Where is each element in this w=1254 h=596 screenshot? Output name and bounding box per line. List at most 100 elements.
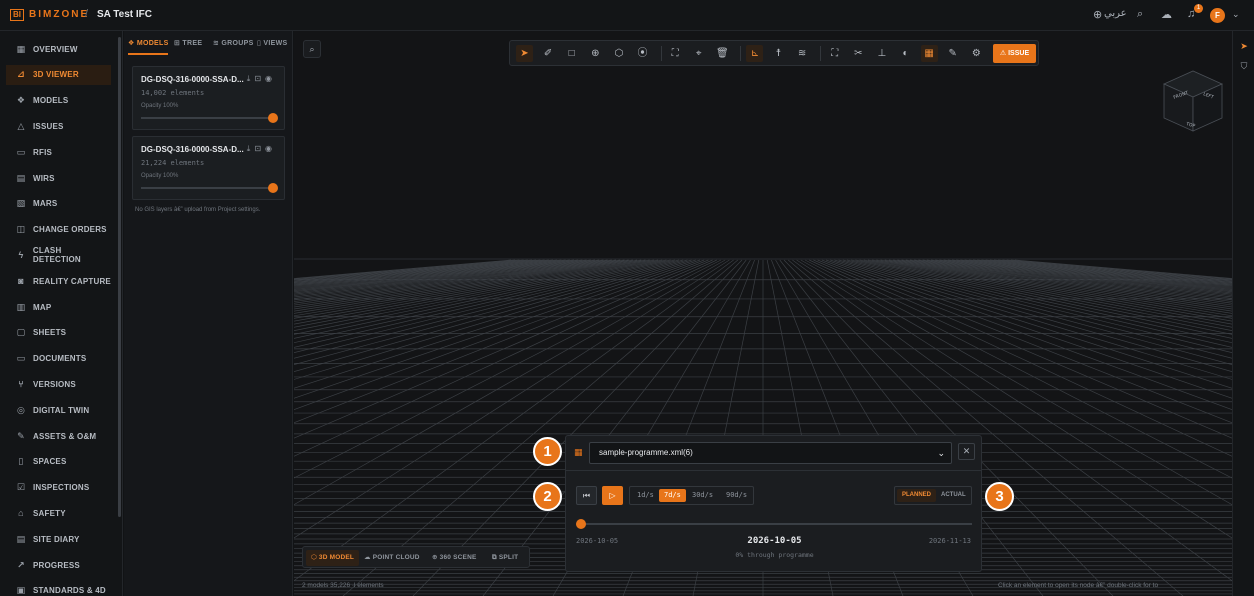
tab-models[interactable]: ❖ MODELS [128,39,169,47]
mars-icon: ▧ [16,198,26,209]
wirs-icon: ▤ [16,172,26,183]
settings-icon[interactable]: ⚙ [968,45,985,62]
dimension-icon[interactable]: ⊥ [873,45,890,62]
logo-text[interactable]: BIMZONE [29,9,89,20]
speed-option[interactable]: 30d/s [687,489,718,502]
eye-icon[interactable]: ◉ [265,74,276,83]
mode-point-cloud[interactable]: ☁ POINT CLOUD [359,550,425,566]
timeline-track[interactable] [576,523,972,525]
sidebar-item-versions[interactable]: ⑂ VERSIONS [6,374,111,394]
rewind-icon: ⏮ [582,491,591,500]
sidebar-item-models[interactable]: ❖ MODELS [6,91,111,111]
tab-views[interactable]: ▯ VIEWS [257,39,287,47]
3d-viewport[interactable]: ⌕ ⚠ ISSUE ➤ ✐ □ ⊕ ⬡ ⦿ ⛶ ⌖ 🗑 ⊾ ☨ ≋ ⛶ ✂ ⊥ ◐ ▦ ✎ ⚙ FRONT LEFT… [294,31,1232,596]
sidebar-item-sheets[interactable]: ▢ SHEETS [6,323,111,343]
overview-icon: ▦ [16,43,26,54]
sidebar-item-wirs[interactable]: ▤ WIRS [6,168,111,188]
fit-icon[interactable]: ⛶ [667,45,684,62]
sidebar-item-overview[interactable]: ▦ OVERVIEW [6,39,111,59]
play-button[interactable]: ▷ [602,486,623,505]
area-icon[interactable]: □ [563,45,580,62]
mode-3d-model[interactable]: ⬡ 3D MODEL [306,550,360,566]
sidebar-item-progress[interactable]: ↗ PROGRESS [6,555,111,575]
model-card[interactable]: DG-DSQ-316-0000-SSA-D... ⤓⊡◉ 21,224 elemen… [132,136,285,200]
rewind-button[interactable]: ⏮ [576,486,597,505]
assets-icon: ✎ [17,430,25,441]
eye-icon[interactable]: ◉ [265,144,276,153]
sidebar-item-issues[interactable]: △ ISSUES [6,116,111,136]
sidebar-item-reality-capture[interactable]: ◙ REALITY CAPTURE [6,271,111,291]
globe-icon[interactable]: ⊕ [1093,8,1102,21]
change-orders-icon: ◫ [16,224,26,235]
close-button[interactable]: ✕ [958,443,975,460]
timeline-current-date: 2026-10-05 [747,536,802,546]
box-icon[interactable]: ⬡ [610,45,627,62]
sidebar-item-3d-viewer[interactable]: ⊿ 3D VIEWER [6,64,111,85]
sidebar-item-map[interactable]: ▥ MAP [6,297,111,317]
calendar-icon[interactable]: ▦ [920,45,938,62]
project-name[interactable]: SA Test IFC [97,9,152,20]
sidebar-item-documents[interactable]: ▭ DOCUMENTS [6,349,111,369]
logo-mark[interactable]: BI [10,9,24,21]
sidebar-item-mars[interactable]: ▧ MARS [6,194,111,214]
opacity-slider-handle[interactable] [268,183,278,193]
schedule-mode-planned[interactable]: PLANNED [897,489,937,502]
timeline-scrubber[interactable] [576,519,586,529]
layers-icon[interactable]: ≋ [794,45,811,62]
opacity-slider-track[interactable] [141,187,273,189]
sidebar-item-inspections[interactable]: ☑ INSPECTIONS [6,478,111,498]
viewer-search-button[interactable]: ⌕ [303,40,321,58]
location-icon[interactable]: ⌖ [690,45,707,62]
measure-icon[interactable]: ✐ [540,45,557,62]
sidebar-item-label: PROGRESS [33,560,80,570]
cut-icon[interactable]: ✂ [850,45,867,62]
schedule-file-select[interactable]: sample-programme.xml(6) ⌄ [589,442,952,464]
sidebar-item-spaces[interactable]: ▯ SPACES [6,452,111,472]
sidebar-item-standards-4d[interactable]: ▣ STANDARDS & 4D [6,581,111,596]
schedule-mode-actual[interactable]: ACTUAL [936,489,971,502]
speed-option[interactable]: 1d/s [632,489,659,502]
lock-icon[interactable]: ⊡ [254,74,265,83]
cloud-icon[interactable]: ☁ [1161,8,1172,21]
shield-icon[interactable]: ⛉ [1237,59,1251,73]
view-cube[interactable]: FRONT LEFT TOP [1160,70,1226,136]
spaces-icon: ▯ [18,456,24,467]
sidebar-item-label: MAP [33,302,52,312]
sidebar-item-clash-detection[interactable]: ϟ CLASH DETECTION [6,245,111,265]
opacity-slider-handle[interactable] [268,113,278,123]
search-icon[interactable]: ⌕ [1137,8,1143,21]
speed-option[interactable]: 7d/s [659,489,686,502]
pin-icon[interactable]: ⦿ [634,45,651,62]
select-tool-icon[interactable]: ➤ [1237,39,1251,53]
lock-icon[interactable]: ⊡ [254,144,265,153]
fullscreen-icon[interactable]: ⛶ [826,45,843,62]
speed-option[interactable]: 90d/s [721,489,752,502]
issue-button[interactable]: ⚠ ISSUE [993,44,1036,63]
sidebar-item-site-diary[interactable]: ▤ SITE DIARY [6,529,111,549]
calendar-icon: ▦ [574,447,583,457]
tab-groups[interactable]: ≋ GROUPS [213,39,254,47]
sidebar-item-rfis[interactable]: ▭ RFIS [6,142,111,162]
palette-icon[interactable]: ◐ [897,45,914,62]
sidebar-item-digital-twin[interactable]: ◎ DIGITAL TWIN [6,400,111,420]
chevron-down-icon[interactable]: ⌄ [1232,9,1240,20]
opacity-slider-track[interactable] [141,117,273,119]
sidebar-item-safety[interactable]: ⌂ SAFETY [6,503,111,523]
sidebar-item-label: SITE DIARY [33,534,80,544]
mode-360-scene[interactable]: ⊕ 360 SCENE [427,550,482,566]
language-switch[interactable]: عربي [1104,8,1127,19]
target-icon[interactable]: ⊕ [587,45,604,62]
pencil-icon[interactable]: ✎ [944,45,961,62]
walk-icon[interactable]: ☨ [770,45,787,62]
select-icon[interactable]: ➤ [516,45,533,62]
mode-split[interactable]: ⧉ SPLIT [487,550,523,566]
delete-icon[interactable]: 🗑 [714,45,731,62]
sidebar-scrollbar[interactable] [118,37,121,517]
sidebar-item-assets-o-m[interactable]: ✎ ASSETS & O&M [6,426,111,446]
avatar[interactable]: F [1210,8,1225,23]
sidebar-item-change-orders[interactable]: ◫ CHANGE ORDERS [6,220,111,240]
sheets-icon: ▢ [16,327,26,338]
axes-icon[interactable]: ⊾ [746,45,764,62]
model-card[interactable]: DG-DSQ-316-0000-SSA-D... ⤓⊡◉ 14,002 elemen… [132,66,285,130]
tab-tree[interactable]: ⊞ TREE [174,39,202,47]
